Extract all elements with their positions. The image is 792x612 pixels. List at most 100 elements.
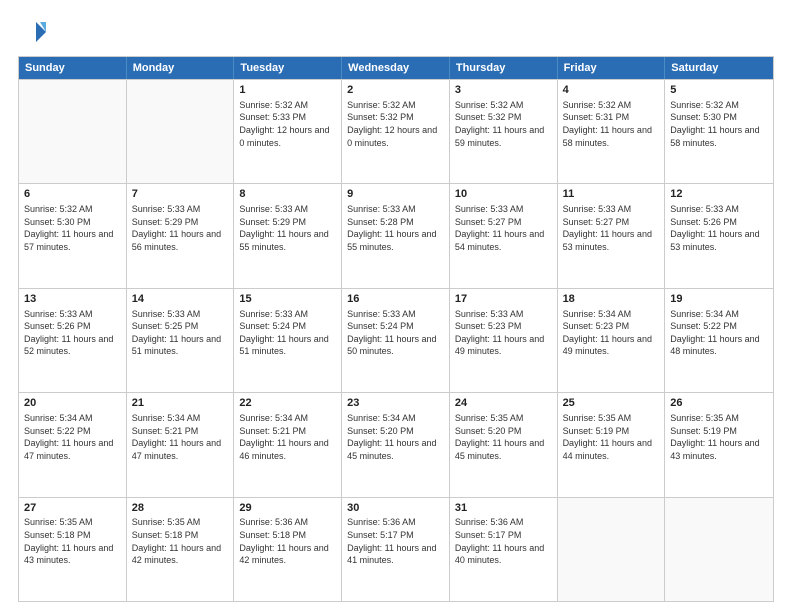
calendar-cell-29: 29Sunrise: 5:36 AM Sunset: 5:18 PM Dayli… xyxy=(234,498,342,601)
day-number: 9 xyxy=(347,187,444,202)
calendar-cell-3: 3Sunrise: 5:32 AM Sunset: 5:32 PM Daylig… xyxy=(450,80,558,183)
calendar-cell-15: 15Sunrise: 5:33 AM Sunset: 5:24 PM Dayli… xyxy=(234,289,342,392)
cell-info: Sunrise: 5:35 AM Sunset: 5:20 PM Dayligh… xyxy=(455,412,552,462)
cell-info: Sunrise: 5:33 AM Sunset: 5:26 PM Dayligh… xyxy=(24,308,121,358)
day-number: 21 xyxy=(132,396,229,411)
cell-info: Sunrise: 5:35 AM Sunset: 5:19 PM Dayligh… xyxy=(670,412,768,462)
weekday-header-sunday: Sunday xyxy=(19,57,127,79)
cell-info: Sunrise: 5:33 AM Sunset: 5:27 PM Dayligh… xyxy=(455,203,552,253)
day-number: 30 xyxy=(347,501,444,516)
day-number: 16 xyxy=(347,292,444,307)
day-number: 25 xyxy=(563,396,660,411)
calendar-row-2: 13Sunrise: 5:33 AM Sunset: 5:26 PM Dayli… xyxy=(19,288,773,392)
calendar-header: SundayMondayTuesdayWednesdayThursdayFrid… xyxy=(19,57,773,79)
weekday-header-monday: Monday xyxy=(127,57,235,79)
calendar-cell-19: 19Sunrise: 5:34 AM Sunset: 5:22 PM Dayli… xyxy=(665,289,773,392)
weekday-header-friday: Friday xyxy=(558,57,666,79)
calendar-cell-27: 27Sunrise: 5:35 AM Sunset: 5:18 PM Dayli… xyxy=(19,498,127,601)
cell-info: Sunrise: 5:34 AM Sunset: 5:20 PM Dayligh… xyxy=(347,412,444,462)
calendar-cell-17: 17Sunrise: 5:33 AM Sunset: 5:23 PM Dayli… xyxy=(450,289,558,392)
cell-info: Sunrise: 5:36 AM Sunset: 5:17 PM Dayligh… xyxy=(347,516,444,566)
calendar-cell-23: 23Sunrise: 5:34 AM Sunset: 5:20 PM Dayli… xyxy=(342,393,450,496)
day-number: 5 xyxy=(670,83,768,98)
calendar-cell-4: 4Sunrise: 5:32 AM Sunset: 5:31 PM Daylig… xyxy=(558,80,666,183)
cell-info: Sunrise: 5:32 AM Sunset: 5:32 PM Dayligh… xyxy=(455,99,552,149)
cell-info: Sunrise: 5:36 AM Sunset: 5:18 PM Dayligh… xyxy=(239,516,336,566)
cell-info: Sunrise: 5:33 AM Sunset: 5:24 PM Dayligh… xyxy=(239,308,336,358)
page: SundayMondayTuesdayWednesdayThursdayFrid… xyxy=(0,0,792,612)
calendar-body: 1Sunrise: 5:32 AM Sunset: 5:33 PM Daylig… xyxy=(19,79,773,601)
weekday-header-saturday: Saturday xyxy=(665,57,773,79)
header xyxy=(18,18,774,46)
cell-info: Sunrise: 5:33 AM Sunset: 5:29 PM Dayligh… xyxy=(132,203,229,253)
calendar-cell-9: 9Sunrise: 5:33 AM Sunset: 5:28 PM Daylig… xyxy=(342,184,450,287)
calendar-cell-20: 20Sunrise: 5:34 AM Sunset: 5:22 PM Dayli… xyxy=(19,393,127,496)
calendar-cell-24: 24Sunrise: 5:35 AM Sunset: 5:20 PM Dayli… xyxy=(450,393,558,496)
day-number: 4 xyxy=(563,83,660,98)
cell-info: Sunrise: 5:32 AM Sunset: 5:31 PM Dayligh… xyxy=(563,99,660,149)
cell-info: Sunrise: 5:36 AM Sunset: 5:17 PM Dayligh… xyxy=(455,516,552,566)
calendar-cell-30: 30Sunrise: 5:36 AM Sunset: 5:17 PM Dayli… xyxy=(342,498,450,601)
calendar-cell-8: 8Sunrise: 5:33 AM Sunset: 5:29 PM Daylig… xyxy=(234,184,342,287)
calendar-cell-5: 5Sunrise: 5:32 AM Sunset: 5:30 PM Daylig… xyxy=(665,80,773,183)
day-number: 10 xyxy=(455,187,552,202)
day-number: 22 xyxy=(239,396,336,411)
day-number: 8 xyxy=(239,187,336,202)
cell-info: Sunrise: 5:34 AM Sunset: 5:22 PM Dayligh… xyxy=(24,412,121,462)
calendar-cell-21: 21Sunrise: 5:34 AM Sunset: 5:21 PM Dayli… xyxy=(127,393,235,496)
day-number: 7 xyxy=(132,187,229,202)
cell-info: Sunrise: 5:32 AM Sunset: 5:30 PM Dayligh… xyxy=(24,203,121,253)
cell-info: Sunrise: 5:34 AM Sunset: 5:21 PM Dayligh… xyxy=(239,412,336,462)
day-number: 1 xyxy=(239,83,336,98)
day-number: 15 xyxy=(239,292,336,307)
calendar-cell-26: 26Sunrise: 5:35 AM Sunset: 5:19 PM Dayli… xyxy=(665,393,773,496)
calendar-cell-14: 14Sunrise: 5:33 AM Sunset: 5:25 PM Dayli… xyxy=(127,289,235,392)
day-number: 27 xyxy=(24,501,121,516)
day-number: 11 xyxy=(563,187,660,202)
calendar-row-4: 27Sunrise: 5:35 AM Sunset: 5:18 PM Dayli… xyxy=(19,497,773,601)
weekday-header-tuesday: Tuesday xyxy=(234,57,342,79)
calendar-cell-2: 2Sunrise: 5:32 AM Sunset: 5:32 PM Daylig… xyxy=(342,80,450,183)
day-number: 13 xyxy=(24,292,121,307)
cell-info: Sunrise: 5:32 AM Sunset: 5:30 PM Dayligh… xyxy=(670,99,768,149)
calendar-row-3: 20Sunrise: 5:34 AM Sunset: 5:22 PM Dayli… xyxy=(19,392,773,496)
day-number: 28 xyxy=(132,501,229,516)
day-number: 26 xyxy=(670,396,768,411)
logo xyxy=(18,18,50,46)
cell-info: Sunrise: 5:33 AM Sunset: 5:25 PM Dayligh… xyxy=(132,308,229,358)
cell-info: Sunrise: 5:33 AM Sunset: 5:26 PM Dayligh… xyxy=(670,203,768,253)
calendar-cell-18: 18Sunrise: 5:34 AM Sunset: 5:23 PM Dayli… xyxy=(558,289,666,392)
cell-info: Sunrise: 5:32 AM Sunset: 5:32 PM Dayligh… xyxy=(347,99,444,149)
calendar-cell-1: 1Sunrise: 5:32 AM Sunset: 5:33 PM Daylig… xyxy=(234,80,342,183)
cell-info: Sunrise: 5:33 AM Sunset: 5:24 PM Dayligh… xyxy=(347,308,444,358)
cell-info: Sunrise: 5:34 AM Sunset: 5:21 PM Dayligh… xyxy=(132,412,229,462)
calendar-cell-22: 22Sunrise: 5:34 AM Sunset: 5:21 PM Dayli… xyxy=(234,393,342,496)
cell-info: Sunrise: 5:33 AM Sunset: 5:23 PM Dayligh… xyxy=(455,308,552,358)
cell-info: Sunrise: 5:34 AM Sunset: 5:23 PM Dayligh… xyxy=(563,308,660,358)
calendar-cell-empty-0-0 xyxy=(19,80,127,183)
calendar-cell-empty-4-6 xyxy=(665,498,773,601)
cell-info: Sunrise: 5:33 AM Sunset: 5:27 PM Dayligh… xyxy=(563,203,660,253)
day-number: 18 xyxy=(563,292,660,307)
day-number: 2 xyxy=(347,83,444,98)
day-number: 14 xyxy=(132,292,229,307)
cell-info: Sunrise: 5:32 AM Sunset: 5:33 PM Dayligh… xyxy=(239,99,336,149)
calendar-cell-31: 31Sunrise: 5:36 AM Sunset: 5:17 PM Dayli… xyxy=(450,498,558,601)
calendar-row-0: 1Sunrise: 5:32 AM Sunset: 5:33 PM Daylig… xyxy=(19,79,773,183)
calendar-cell-28: 28Sunrise: 5:35 AM Sunset: 5:18 PM Dayli… xyxy=(127,498,235,601)
day-number: 29 xyxy=(239,501,336,516)
day-number: 6 xyxy=(24,187,121,202)
calendar-cell-25: 25Sunrise: 5:35 AM Sunset: 5:19 PM Dayli… xyxy=(558,393,666,496)
cell-info: Sunrise: 5:33 AM Sunset: 5:28 PM Dayligh… xyxy=(347,203,444,253)
calendar-cell-12: 12Sunrise: 5:33 AM Sunset: 5:26 PM Dayli… xyxy=(665,184,773,287)
cell-info: Sunrise: 5:34 AM Sunset: 5:22 PM Dayligh… xyxy=(670,308,768,358)
cell-info: Sunrise: 5:33 AM Sunset: 5:29 PM Dayligh… xyxy=(239,203,336,253)
cell-info: Sunrise: 5:35 AM Sunset: 5:18 PM Dayligh… xyxy=(132,516,229,566)
cell-info: Sunrise: 5:35 AM Sunset: 5:18 PM Dayligh… xyxy=(24,516,121,566)
day-number: 12 xyxy=(670,187,768,202)
calendar-cell-13: 13Sunrise: 5:33 AM Sunset: 5:26 PM Dayli… xyxy=(19,289,127,392)
calendar-cell-11: 11Sunrise: 5:33 AM Sunset: 5:27 PM Dayli… xyxy=(558,184,666,287)
weekday-header-wednesday: Wednesday xyxy=(342,57,450,79)
day-number: 20 xyxy=(24,396,121,411)
calendar-cell-empty-0-1 xyxy=(127,80,235,183)
